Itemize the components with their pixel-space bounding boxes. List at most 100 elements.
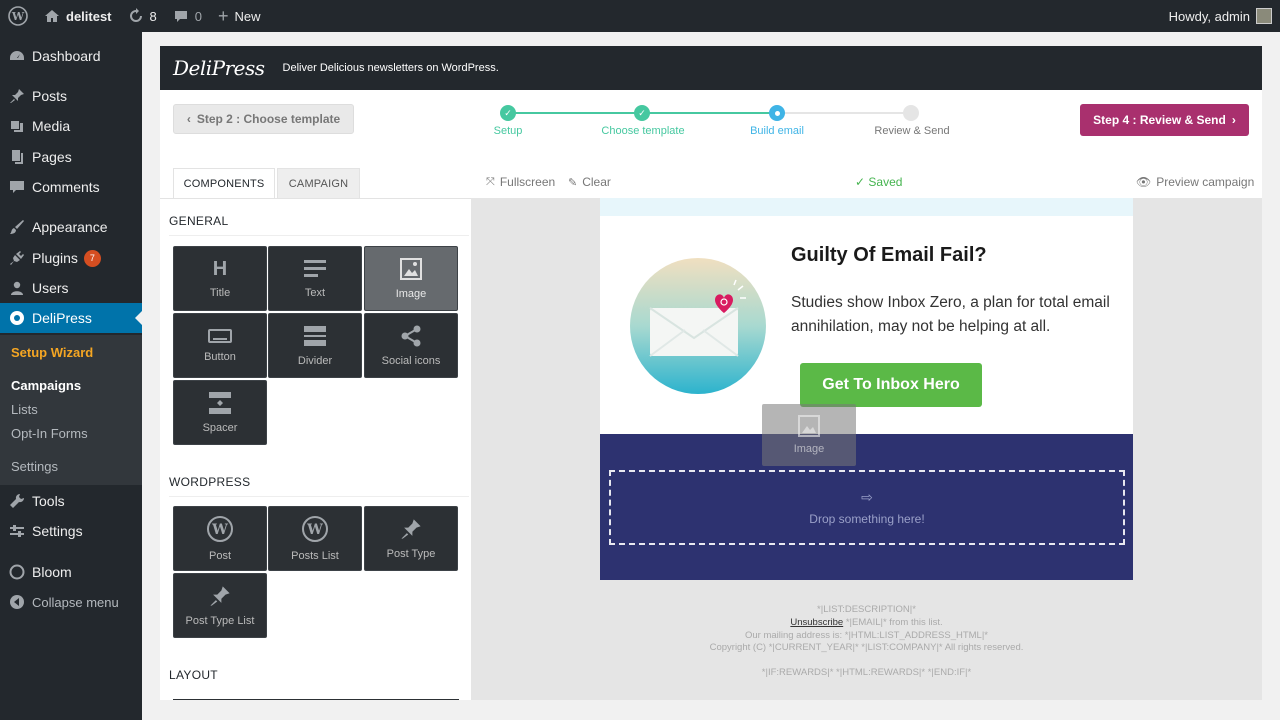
menu-settings[interactable]: Settings (0, 516, 142, 546)
component-button[interactable]: Button (173, 313, 267, 378)
footer-rewards: *|IF:REWARDS|* *|HTML:REWARDS|* *|END:IF… (761, 667, 972, 678)
svg-text:W: W (211, 522, 228, 538)
component-post[interactable]: W Post (173, 506, 267, 571)
tab-campaign[interactable]: CAMPAIGN (277, 168, 360, 198)
component-post-type[interactable]: Post Type (364, 506, 458, 571)
delipress-icon (8, 309, 26, 327)
wordpress-logo-icon[interactable]: W (0, 0, 36, 32)
comment-icon (174, 11, 187, 22)
submenu-settings[interactable]: Settings (11, 459, 58, 474)
component-spacer[interactable]: Spacer (173, 380, 267, 445)
email-cta-button[interactable]: Get To Inbox Hero (800, 363, 982, 407)
step-label-review-send[interactable]: Review & Send (852, 125, 972, 137)
step-label-choose-template[interactable]: Choose template (583, 125, 703, 137)
menu-label: Settings (32, 523, 83, 539)
menu-plugins[interactable]: Plugins 7 (0, 243, 142, 273)
new-content-link[interactable]: + New (210, 0, 269, 32)
step-label-build-email[interactable]: Build email (717, 125, 837, 137)
menu-bloom[interactable]: Bloom (0, 557, 142, 587)
layout-component[interactable] (173, 699, 245, 700)
divider-icon (304, 325, 326, 346)
layout-component[interactable] (387, 699, 459, 700)
layout-component[interactable] (245, 699, 317, 700)
site-name-link[interactable]: delitest (36, 0, 120, 32)
brush-icon (8, 218, 26, 236)
dragged-image-component[interactable]: Image (762, 404, 856, 466)
menu-dashboard[interactable]: Dashboard (0, 41, 142, 71)
submenu-campaigns[interactable]: Campaigns (11, 378, 81, 393)
email-body-text[interactable]: Studies show Inbox Zero, a plan for tota… (791, 291, 1121, 339)
menu-label: Pages (32, 149, 72, 165)
admin-sidebar: Dashboard Posts Media Pages Comments App… (0, 32, 142, 720)
next-step-button[interactable]: Step 4 : Review & Send › (1080, 104, 1249, 136)
component-label: Text (304, 286, 326, 299)
email-blue-section: ⇨ Drop something here! (600, 434, 1133, 580)
clear-label: Clear (582, 175, 611, 189)
fullscreen-label: Fullscreen (499, 175, 556, 189)
menu-delipress[interactable]: DeliPress (0, 303, 142, 333)
menu-collapse[interactable]: Collapse menu (0, 587, 142, 617)
spacer-icon (209, 391, 231, 414)
my-account[interactable]: Howdy, admin (1169, 8, 1280, 24)
svg-text:W: W (11, 10, 25, 23)
clear-button[interactable]: ✎ Clear (568, 175, 611, 189)
menu-media[interactable]: Media (0, 111, 142, 141)
plus-icon: + (217, 6, 229, 26)
step-label-setup[interactable]: Setup (448, 125, 568, 137)
collapse-icon (8, 593, 26, 611)
brand-tagline: Deliver Delicious newsletters on WordPre… (282, 62, 499, 74)
updates-count: 8 (149, 8, 157, 24)
component-image[interactable]: Image (364, 246, 458, 311)
media-icon (8, 117, 26, 135)
wordpress-icon: W (302, 515, 328, 542)
step-review-dot-icon (903, 105, 919, 121)
menu-label: Plugins (32, 250, 78, 266)
component-label: Spacer (202, 421, 238, 434)
eraser-icon: ✎ (568, 176, 578, 189)
component-text[interactable]: Text (268, 246, 362, 311)
menu-tools[interactable]: Tools (0, 486, 142, 516)
menu-label: Collapse menu (32, 594, 119, 610)
components-panel: GENERAL H Title Text Image Button Divide… (160, 198, 471, 700)
menu-comments[interactable]: Comments (0, 172, 142, 202)
image-icon (400, 257, 422, 280)
component-posts-list[interactable]: W Posts List (268, 506, 362, 571)
email-preview: Guilty Of Email Fail? Studies show Inbox… (600, 198, 1133, 580)
menu-posts[interactable]: Posts (0, 81, 142, 111)
envelope-illustration[interactable] (630, 258, 766, 394)
submenu-lists[interactable]: Lists (11, 402, 38, 417)
menu-users[interactable]: Users (0, 273, 142, 303)
component-post-type-list[interactable]: Post Type List (173, 573, 267, 638)
menu-label: Dashboard (32, 48, 101, 64)
component-divider[interactable]: Divider (268, 313, 362, 378)
menu-pages[interactable]: Pages (0, 142, 142, 172)
tab-components[interactable]: COMPONENTS (173, 168, 275, 198)
layout-component[interactable] (316, 699, 388, 700)
email-heading[interactable]: Guilty Of Email Fail? (791, 244, 987, 267)
heading-icon: H (212, 257, 228, 280)
comments-link[interactable]: 0 (165, 0, 210, 32)
email-canvas: Guilty Of Email Fail? Studies show Inbox… (471, 198, 1262, 700)
footer-unsubscribe-line: Unsubscribe *|EMAIL|* from this list. (600, 617, 1133, 628)
menu-label: Appearance (32, 219, 108, 235)
component-label: Post (208, 549, 231, 562)
submenu-optin-forms[interactable]: Opt-In Forms (11, 426, 88, 441)
updates-link[interactable]: 8 (120, 0, 165, 32)
delipress-logo: DeliPress (173, 56, 265, 80)
menu-label: Users (32, 280, 69, 296)
section-divider (169, 235, 469, 236)
component-label: Divider (297, 354, 333, 367)
unsubscribe-link[interactable]: Unsubscribe (790, 617, 843, 628)
saved-label: Saved (868, 175, 903, 189)
previous-step-button[interactable]: ‹ Step 2 : Choose template (173, 104, 354, 134)
component-social-icons[interactable]: Social icons (364, 313, 458, 378)
share-icon (401, 325, 421, 346)
menu-appearance[interactable]: Appearance (0, 212, 142, 242)
preview-campaign-button[interactable]: 👁 Preview campaign (1136, 175, 1254, 189)
drop-zone[interactable]: ⇨ Drop something here! (609, 470, 1125, 545)
fullscreen-button[interactable]: ⤧ Fullscreen (486, 175, 555, 189)
component-title[interactable]: H Title (173, 246, 267, 311)
refresh-icon (129, 8, 142, 22)
submenu-setup-wizard[interactable]: Setup Wizard (11, 345, 93, 360)
component-label: Social icons (381, 354, 441, 367)
